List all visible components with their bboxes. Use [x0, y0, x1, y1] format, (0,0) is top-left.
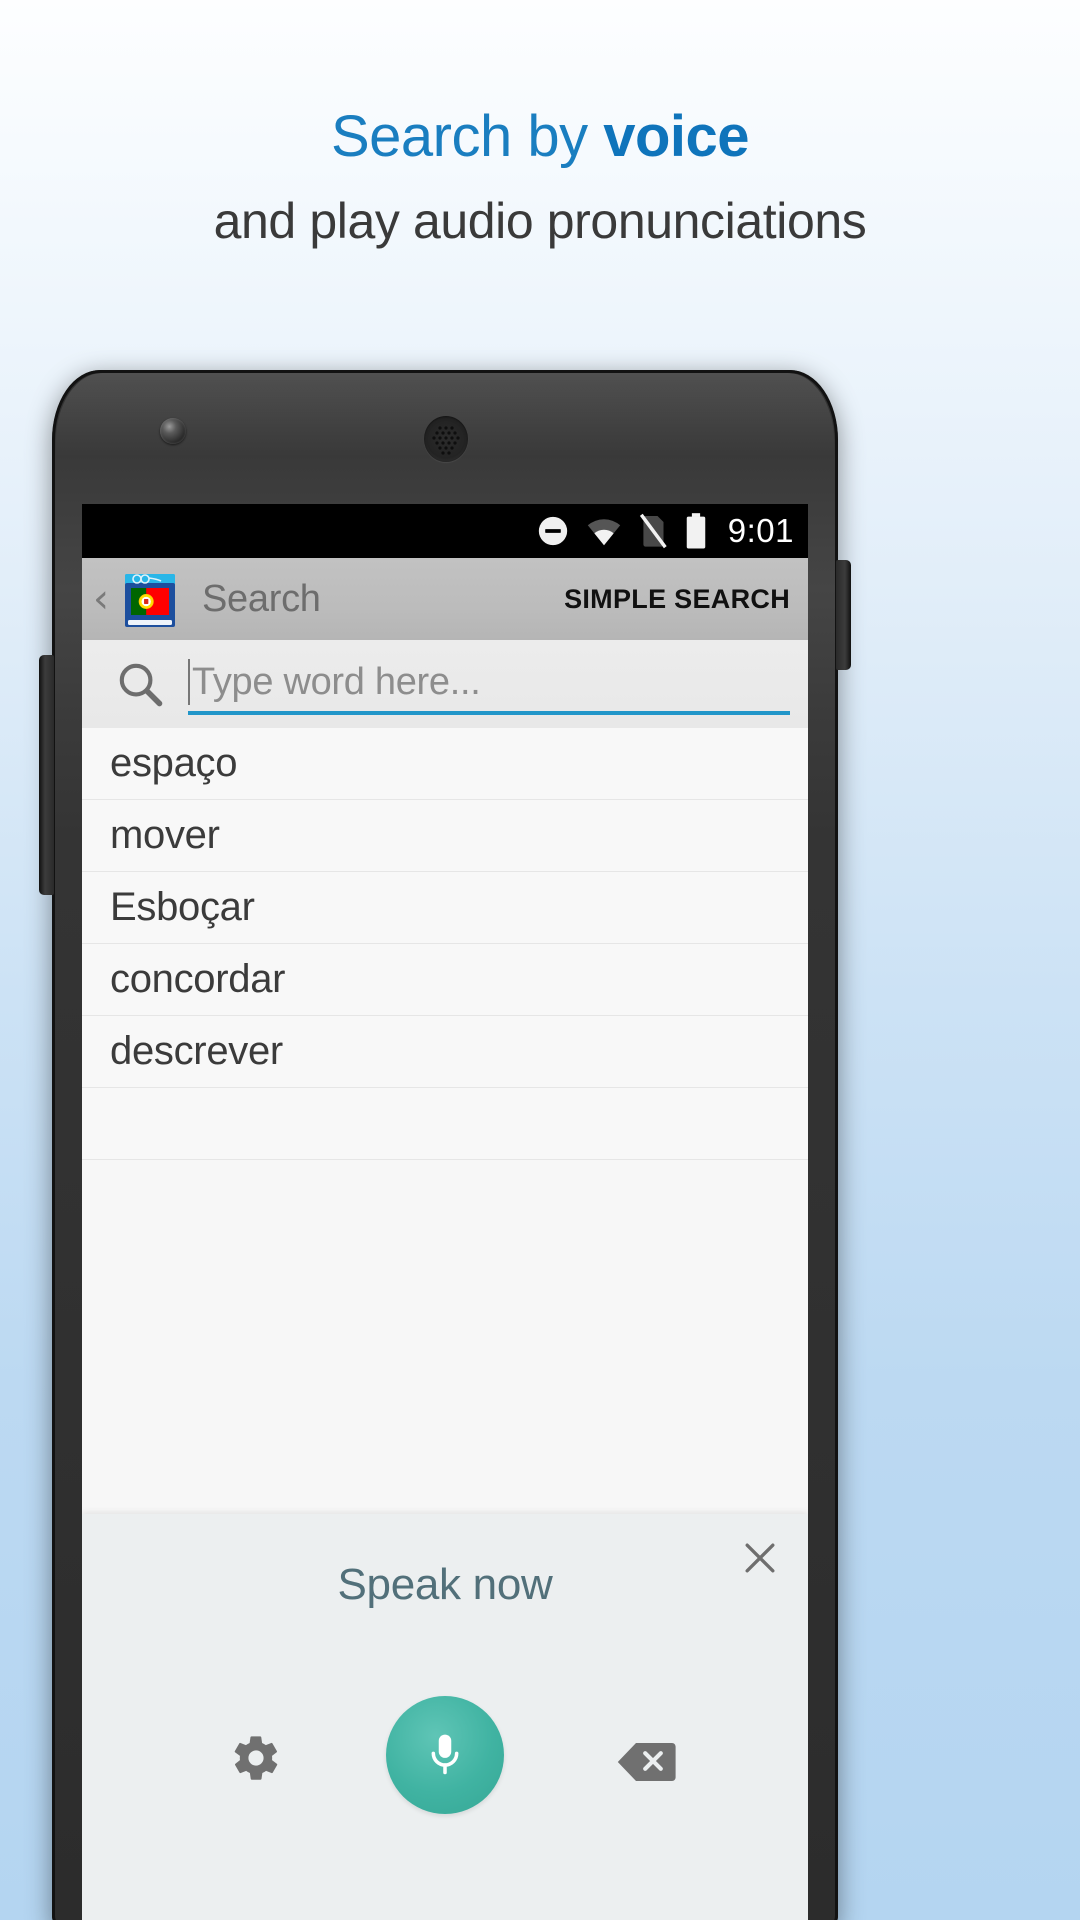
microphone-icon	[431, 1734, 459, 1775]
microphone-button[interactable]	[386, 1696, 504, 1814]
wifi-icon	[586, 516, 622, 546]
battery-full-icon	[684, 512, 708, 550]
list-item[interactable]: concordar	[82, 944, 808, 1016]
speaker-grille-icon	[432, 426, 460, 455]
list-item[interactable]: mover	[82, 800, 808, 872]
list-item[interactable]: espaço	[82, 728, 808, 800]
back-navigation-icon[interactable]: ‹	[88, 579, 114, 619]
portuguese-dictionary-book-icon[interactable]	[116, 563, 188, 635]
page-subtitle: and play audio pronunciations	[213, 193, 867, 249]
phone-mockup: 9:01 ‹ Search SIMPLE SEARCH Type word he…	[39, 370, 851, 1920]
app-action-bar: ‹ Search SIMPLE SEARCH	[82, 558, 808, 640]
do-not-disturb-icon	[536, 514, 570, 548]
text-cursor	[188, 659, 190, 705]
voice-search-panel: Speak now	[82, 1514, 808, 1920]
no-sim-icon	[638, 513, 668, 549]
search-bar: Type word here...	[82, 640, 808, 728]
search-input[interactable]: Type word here...	[188, 653, 790, 715]
power-button[interactable]	[836, 560, 851, 670]
action-bar-title: Search	[202, 577, 321, 620]
promo-screenshot: Search by voice and play audio pronuncia…	[0, 0, 1080, 1920]
list-item[interactable]: Esboçar	[82, 872, 808, 944]
earpiece-speaker-icon	[424, 416, 468, 462]
list-item[interactable]	[82, 1088, 808, 1160]
backspace-icon[interactable]	[616, 1740, 676, 1784]
status-bar-clock: 9:01	[727, 512, 794, 549]
word-suggestion-list[interactable]: espaço mover Esboçar concordar descrever	[82, 728, 808, 1160]
gear-icon[interactable]	[230, 1732, 282, 1784]
front-camera-icon	[160, 418, 186, 444]
simple-search-button[interactable]: SIMPLE SEARCH	[564, 584, 790, 615]
list-item[interactable]: descrever	[82, 1016, 808, 1088]
status-bar: 9:01	[82, 504, 808, 558]
speak-now-label: Speak now	[337, 1560, 553, 1609]
search-icon	[114, 658, 166, 710]
promo-title-plain: Search by	[330, 104, 604, 169]
promo-title-bold: voice	[603, 104, 750, 169]
page-title: Search by voice	[0, 103, 1080, 170]
phone-screen: 9:01 ‹ Search SIMPLE SEARCH Type word he…	[82, 504, 808, 1920]
volume-button[interactable]	[39, 655, 54, 895]
search-input-placeholder: Type word here...	[192, 660, 481, 703]
